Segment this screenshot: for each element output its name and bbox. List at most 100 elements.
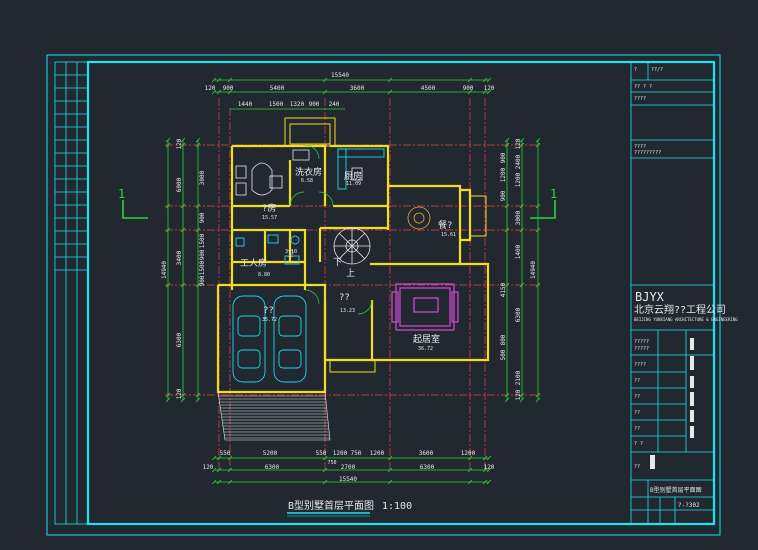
dim-bot-4: 1200 (333, 450, 348, 457)
room-area-1: 15.57 (262, 215, 277, 221)
room-area-6: 3.10 (285, 249, 297, 255)
dim-right-3: 1200 (515, 172, 522, 187)
tb-row-5: ?? (634, 394, 640, 400)
dim-bot-1: 550 (220, 450, 231, 457)
dim-right-6: 4150 (500, 282, 507, 297)
room-area-2: 6.58 (301, 178, 313, 184)
tb-row-7: ?? (634, 426, 640, 432)
dimension-lines (167, 79, 539, 483)
dim-bot-1b: 750 (327, 460, 336, 466)
room-labels: ?房 15.57 洗衣房 6.58 厨房 11.09 餐? 15.61 工人房 … (240, 166, 456, 352)
dim-top-total: 15540 (331, 72, 349, 79)
dim-left-in-4: 900 (199, 249, 206, 260)
tb-drawing-name: B型别墅首层平面图 (650, 486, 702, 494)
dim-sub-2: 1500 (269, 101, 284, 108)
dim-left-4: 6300 (176, 332, 183, 347)
dim-right-9: 120 (515, 389, 522, 400)
dim-right-in-5: 500 (500, 349, 507, 360)
tb-sheet-no: ?-?302 (678, 502, 700, 509)
dim-right-total: 14940 (530, 261, 537, 279)
dim-sub-3: 1320 (290, 101, 305, 108)
dim-left-3: 3400 (176, 250, 183, 265)
room-area-7: 13.23 (340, 308, 355, 314)
room-name-1: ?房 (262, 202, 276, 214)
dim-left-in-1: 3000 (199, 170, 206, 185)
dim-bot2-2: 6300 (265, 464, 280, 471)
dim-top-1: 120 (205, 85, 216, 92)
dim-right-in-4: 800 (500, 334, 507, 345)
dim-bot-3: 550 (316, 450, 327, 457)
dim-bot-6: 1200 (370, 450, 385, 457)
dim-top-3: 5400 (270, 85, 285, 92)
dim-bot2-3: 2700 (341, 464, 356, 471)
room-area-9: 35.72 (262, 317, 277, 323)
dim-left-total: 14940 (161, 261, 168, 279)
drawing-title: B型别墅首层平面图 1:100 (287, 499, 412, 517)
left-binding-strip (54, 61, 89, 525)
dim-left-1: 120 (176, 138, 183, 149)
living-room-sofa (391, 283, 459, 331)
drawing-scale-text: 1:100 (382, 501, 412, 512)
dim-right-2: 2400 (515, 154, 522, 169)
room-area-8: 36.72 (418, 346, 433, 352)
drawing-frame (46, 54, 721, 536)
dim-bot2-1: 120 (203, 464, 214, 471)
dim-bot-2: 5200 (263, 450, 278, 457)
dim-right-1: 120 (515, 138, 522, 149)
dim-left-in-5: 1500 (199, 260, 206, 275)
tb-row-4: ?? (634, 378, 640, 384)
dim-right-4: 3000 (515, 210, 522, 225)
tb-sub-2: ????????? (634, 150, 661, 156)
tb-row-1: ????? (634, 339, 649, 345)
tb-code-4: ???? (634, 96, 646, 102)
drawing-title-text: B型别墅首层平面图 (288, 499, 374, 512)
room-area-5: 8.80 (258, 272, 270, 278)
tb-row-3: ???? (634, 362, 646, 368)
cad-drawing-canvas: ? ??/? ?? ? ? ???? ???? ????????? ???? ? … (46, 54, 738, 536)
stair-down-label: 下 (333, 258, 342, 268)
dim-right-5: 1400 (515, 244, 522, 259)
room-area-3: 11.09 (346, 181, 361, 187)
dim-right-7: 6300 (515, 307, 522, 322)
section-mark-left: 1 (118, 187, 125, 201)
section-marks (122, 200, 556, 219)
dim-sub-4: 900 (309, 101, 320, 108)
dim-right-in-2: 1200 (500, 167, 507, 182)
dim-left-in-3: 1500 (199, 233, 206, 248)
dim-left-5: 120 (176, 388, 183, 399)
title-block: ? ??/? ?? ? ? ???? ???? ????????? ???? ? … (630, 62, 738, 524)
tb-code-3: ?? ? ? (634, 84, 652, 90)
dim-top-5: 4500 (421, 85, 436, 92)
company-name-en: BEIJING YUNXIANG ARCHITECTURE & ENGINEER… (634, 317, 738, 322)
tb-row-6: ?? (634, 410, 640, 416)
dim-right-in-3: 900 (500, 190, 507, 201)
dimension-ticks (165, 77, 541, 485)
dim-top-2: 900 (223, 85, 234, 92)
dim-top-4: 3600 (350, 85, 365, 92)
dim-right-in-1: 900 (500, 152, 507, 163)
dim-right-8: 2100 (515, 370, 522, 385)
tb-code-1: ? (634, 67, 637, 73)
garage-ramp (217, 391, 331, 441)
dim-bot-total: 15540 (339, 476, 357, 483)
tb-row-9: ?? (634, 464, 640, 470)
dim-bot-7: 3600 (419, 450, 434, 457)
tb-code-2: ??/? (651, 67, 663, 73)
dim-top-6: 900 (463, 85, 474, 92)
room-name-5: 工人房 (240, 257, 267, 269)
dim-bot-8: 1200 (461, 450, 476, 457)
room-name-9: ?? (263, 306, 274, 316)
room-name-8: 起居室 (413, 333, 440, 345)
dim-left-in-6: 900 (199, 275, 206, 286)
right-dimension-texts: 14940 120 2400 1200 3000 1400 4150 6300 … (500, 138, 537, 400)
company-logo: BJYX (635, 290, 665, 304)
dim-top-7: 120 (484, 85, 495, 92)
dim-bot-5: 750 (351, 450, 362, 457)
dim-sub-5: 240 (329, 101, 340, 108)
stair-up-label: 上 (346, 268, 355, 279)
room-name-7: ?? (339, 293, 350, 303)
room-area-4: 15.61 (441, 232, 456, 238)
room-name-2: 洗衣房 (295, 166, 322, 178)
dim-bot2-5: 120 (484, 464, 495, 471)
tb-row-2: ????? (634, 346, 649, 352)
